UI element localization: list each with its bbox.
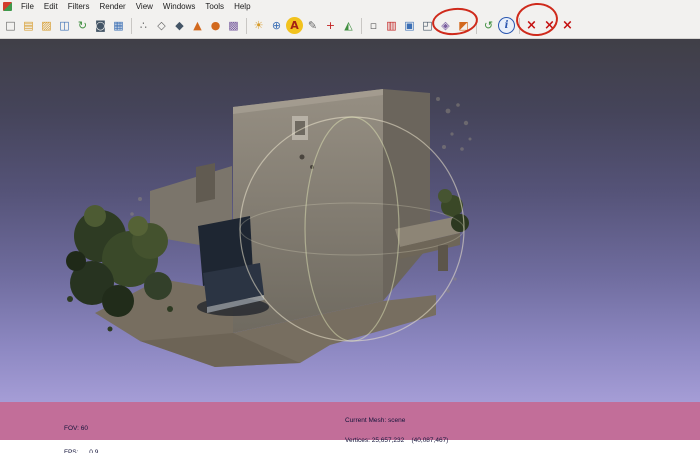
fps-value: FPS: 0.9 [64,449,99,453]
status-bar: FOV: 60 FPS: 0.9 IMMEDIATE_MODE_RENDERIN… [0,402,700,453]
undo-orientation-button[interactable]: ↺ [480,17,497,34]
flat-shading-mode-button[interactable]: ▲ [189,17,206,34]
delete-all-meshes-button[interactable]: × [541,17,558,34]
menu-filters[interactable]: Filters [63,1,95,12]
import-mesh-button[interactable]: ▨ [38,17,55,34]
toolbar-separator [131,17,132,34]
show-layers-button[interactable]: ▦ [110,17,127,34]
smooth-shading-mode-button[interactable]: ● [207,17,224,34]
texture-mode-button[interactable]: ▩ [225,17,242,34]
fov-value: FOV: 60 [64,425,88,432]
vertices-count: Vertices: 25,657,232 (40,087,467) [345,436,449,444]
light-toggle-button[interactable]: ☀ [250,17,267,34]
hidden-lines-mode-button[interactable]: ◆ [171,17,188,34]
new-project-button[interactable]: □ [2,17,19,34]
menu-windows[interactable]: Windows [158,1,200,12]
menu-help[interactable]: Help [229,1,255,12]
toolbar-separator [519,17,520,34]
points-mode-button[interactable]: ∴ [135,17,152,34]
menu-file[interactable]: File [16,1,39,12]
select-connected-button[interactable]: ▣ [401,17,418,34]
manipulator-tool-button[interactable]: ◰ [419,17,436,34]
menu-bar: File Edit Filters Render View Windows To… [0,0,700,13]
menu-view[interactable]: View [131,1,158,12]
vertex-paint-button[interactable]: ◈ [437,17,454,34]
orientation-globe-button[interactable]: ⊕ [268,17,285,34]
select-faces-button[interactable]: ▥ [383,17,400,34]
info-button[interactable]: i [498,17,515,34]
measure-tool-button[interactable]: ✎ [304,17,321,34]
font-overlay-button[interactable]: A [286,17,303,34]
toolbar-separator [246,17,247,34]
current-mesh-label: Current Mesh: scene [345,417,406,425]
quality-mapper-button[interactable]: ◩ [455,17,472,34]
menu-edit[interactable]: Edit [39,1,63,12]
open-project-button[interactable]: ▤ [20,17,37,34]
room-scan-render [66,89,472,367]
delete-current-mesh-button[interactable]: × [523,17,540,34]
menu-render[interactable]: Render [94,1,130,12]
export-mesh-button[interactable]: ◫ [56,17,73,34]
wireframe-mode-button[interactable]: ◇ [153,17,170,34]
delete-selected-button[interactable]: × [559,17,576,34]
reload-mesh-button[interactable]: ↻ [74,17,91,34]
meshlab-window: File Edit Filters Render View Windows To… [0,0,700,453]
app-logo-icon [3,2,12,11]
paint-tool-button[interactable]: ◭ [340,17,357,34]
render-stats: FOV: 60 FPS: 0.9 IMMEDIATE_MODE_RENDERIN… [64,409,165,453]
toolbar-separator [476,17,477,34]
snapshot-button[interactable]: ◙ [92,17,109,34]
select-vertices-button[interactable]: ▫ [365,17,382,34]
toolbar: □ ▤ ▨ ◫ ↻ ◙ ▦ ∴ ◇ ◆ ▲ ● ▩ ☀ ⊕ A ✎ + ◭ ▫ … [0,13,700,39]
toolbar-separator [361,17,362,34]
viewport-canvas[interactable] [0,39,700,402]
menu-tools[interactable]: Tools [200,1,229,12]
mesh-stats: Current Mesh: scene Vertices: 25,657,232… [345,405,448,453]
point-picker-button[interactable]: + [322,17,339,34]
